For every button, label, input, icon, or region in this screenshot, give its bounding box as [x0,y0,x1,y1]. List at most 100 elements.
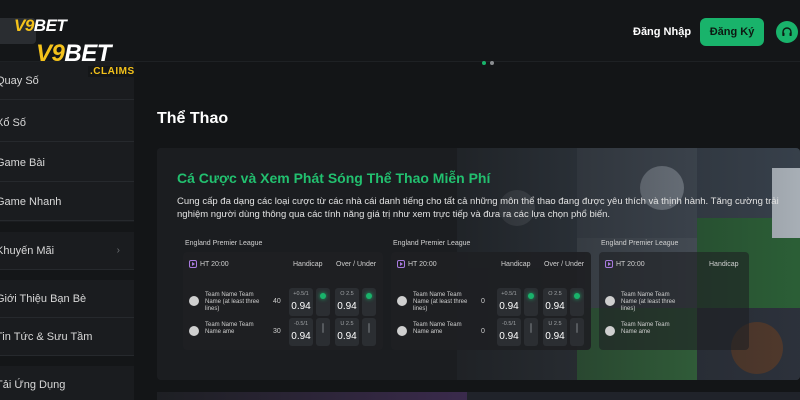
sidebar-item-game-nhanh[interactable]: Game Nhanh [0,183,134,221]
match-row: Team Name Team Name (at least three line… [599,288,799,318]
register-button[interactable]: Đăng Ký [700,18,764,46]
live-indicator [524,288,538,316]
team-radio[interactable] [189,326,199,336]
sports-banner[interactable]: Cá Cược và Xem Phát Sóng Thể Thao Miễn P… [157,148,800,380]
match-time: HT 20:00 [397,260,437,268]
logo-bet: BET [33,16,67,35]
watermark-claims: .CLAIMS [88,66,137,77]
sidebar: Quay Số Xổ Số Game Bài Game Nhanh Khuyến… [0,62,134,400]
team-name: Team Name Team Name (at least three line… [621,292,676,312]
sidebar-item-game-bai[interactable]: Game Bài [0,144,134,182]
ou-price: 0.94 [545,301,565,312]
over-under-odd[interactable]: U 2.5 0.94 [543,318,567,346]
watermark-bet: BET [64,40,111,67]
handicap-header: Handicap [293,261,323,268]
league-name: England Premier League [393,240,471,247]
headset-icon[interactable] [776,21,798,43]
live-indicator [316,288,330,316]
league-name: England Premier League [601,240,679,247]
team-score: 0 [481,328,485,335]
team-radio[interactable] [189,296,199,306]
sidebar-item-gioi-thieu[interactable]: Giới Thiệu Bạn Bè [0,280,134,318]
sidebar-item-label: Khuyến Mãi [0,244,55,257]
team-name: Team Name Team Name ame [205,322,254,335]
play-icon [397,260,405,268]
team-radio[interactable] [397,326,407,336]
league-name: England Premier League [185,240,263,247]
live-indicator [362,288,376,316]
ou-line: U 2.5 [340,321,354,327]
sidebar-item-label: Giới Thiệu Bạn Bè [0,292,87,305]
ou-price: 0.94 [337,331,357,342]
sidebar-divider [0,356,134,366]
carousel-dot[interactable] [490,61,494,65]
match-time: HT 20:00 [189,260,229,268]
sidebar-divider [0,222,134,232]
sidebar-item-label: Quay Số [0,74,39,87]
team-radio[interactable] [605,296,615,306]
handicap-line: -0.5/1 [293,321,309,327]
handicap-header: Handicap [501,261,531,268]
handicap-header: Handicap [709,261,739,268]
carousel-dot[interactable] [482,61,486,65]
handicap-line: +0.5/1 [293,291,309,297]
sidebar-item-label: Game Bài [0,156,45,169]
banner-description: Cung cấp đa dạng các loại cược từ các nh… [177,196,779,220]
over-under-odd[interactable]: O 2.5 0.94 [335,288,359,316]
lock-indicator [524,318,538,346]
over-under-odd[interactable]: O 2.5 0.94 [543,288,567,316]
team-name: Team Name Team Name ame [621,322,670,335]
match-row: Team Name Team Name ame 30 -0.5/1 0.94 U … [183,318,383,348]
sidebar-item-tai-ung-dung[interactable]: Tải Ứng Dụng [0,366,134,400]
team-radio[interactable] [397,296,407,306]
sidebar-divider [0,270,134,280]
carousel-dots [482,61,494,65]
lock-indicator [570,318,584,346]
live-indicator [570,288,584,316]
team-name: Team Name Team Name (at least three line… [413,292,468,312]
sidebar-item-label: Xổ Số [0,116,26,129]
sidebar-item-tin-tuc[interactable]: Tin Tức & Sưu Tầm [0,318,134,356]
login-button[interactable]: Đăng Nhập [633,26,691,38]
match-time-label: HT 20:00 [616,260,645,268]
play-icon [605,260,613,268]
handicap-odd[interactable]: +0.5/1 0.94 [497,288,521,316]
team-score: 40 [273,298,281,305]
match-time-label: HT 20:00 [200,260,229,268]
sidebar-item-label: Tải Ứng Dụng [0,378,66,391]
headset-icon-svg [782,27,792,36]
top-header: V9BET Đăng Nhập Đăng Ký [0,0,800,62]
handicap-odd[interactable]: +0.5/1 0.94 [289,288,313,316]
handicap-line: -0.5/1 [501,321,517,327]
over-under-header: Over / Under [544,261,585,268]
watermark-logo: V9BET [36,40,111,68]
team-name: Team Name Team Name ame [413,322,462,335]
over-under-odd[interactable]: U 2.5 0.94 [335,318,359,346]
ou-line: U 2.5 [548,321,562,327]
handicap-odd[interactable]: -0.5/1 0.94 [497,318,521,346]
ou-line: O 2.5 [340,291,354,297]
team-score: 0 [481,298,485,305]
chevron-right-icon: › [116,245,120,256]
ou-line: O 2.5 [548,291,562,297]
next-banner-gradient [157,392,467,400]
team-score: 30 [273,328,281,335]
match-card[interactable]: England Premier League HT 20:00 Handicap… [391,240,591,350]
sidebar-item-khuyen-mai[interactable]: Khuyến Mãi › [0,232,134,270]
sidebar-item-xo-so[interactable]: Xổ Số [0,104,134,142]
section-title: Thể Thao [157,110,229,127]
next-banner-edge [157,392,800,400]
page-root: V9BET Đăng Nhập Đăng Ký V9BET .CLAIMS Qu… [0,0,800,400]
handicap-odd[interactable]: -0.5/1 0.94 [289,318,313,346]
match-card[interactable]: England Premier League HT 20:00 Handicap… [183,240,383,350]
site-logo[interactable]: V9BET [14,16,67,36]
match-card[interactable]: England Premier League HT 20:00 Handicap… [599,240,749,350]
banner-title: Cá Cược và Xem Phát Sóng Thể Thao Miễn P… [177,170,491,186]
handicap-price: 0.94 [499,301,519,312]
team-radio[interactable] [605,326,615,336]
handicap-price: 0.94 [291,301,311,312]
handicap-line: +0.5/1 [501,291,517,297]
ou-price: 0.94 [337,301,357,312]
match-row: Team Name Team Name ame [599,318,799,348]
sidebar-item-label: Tin Tức & Sưu Tầm [0,330,93,343]
